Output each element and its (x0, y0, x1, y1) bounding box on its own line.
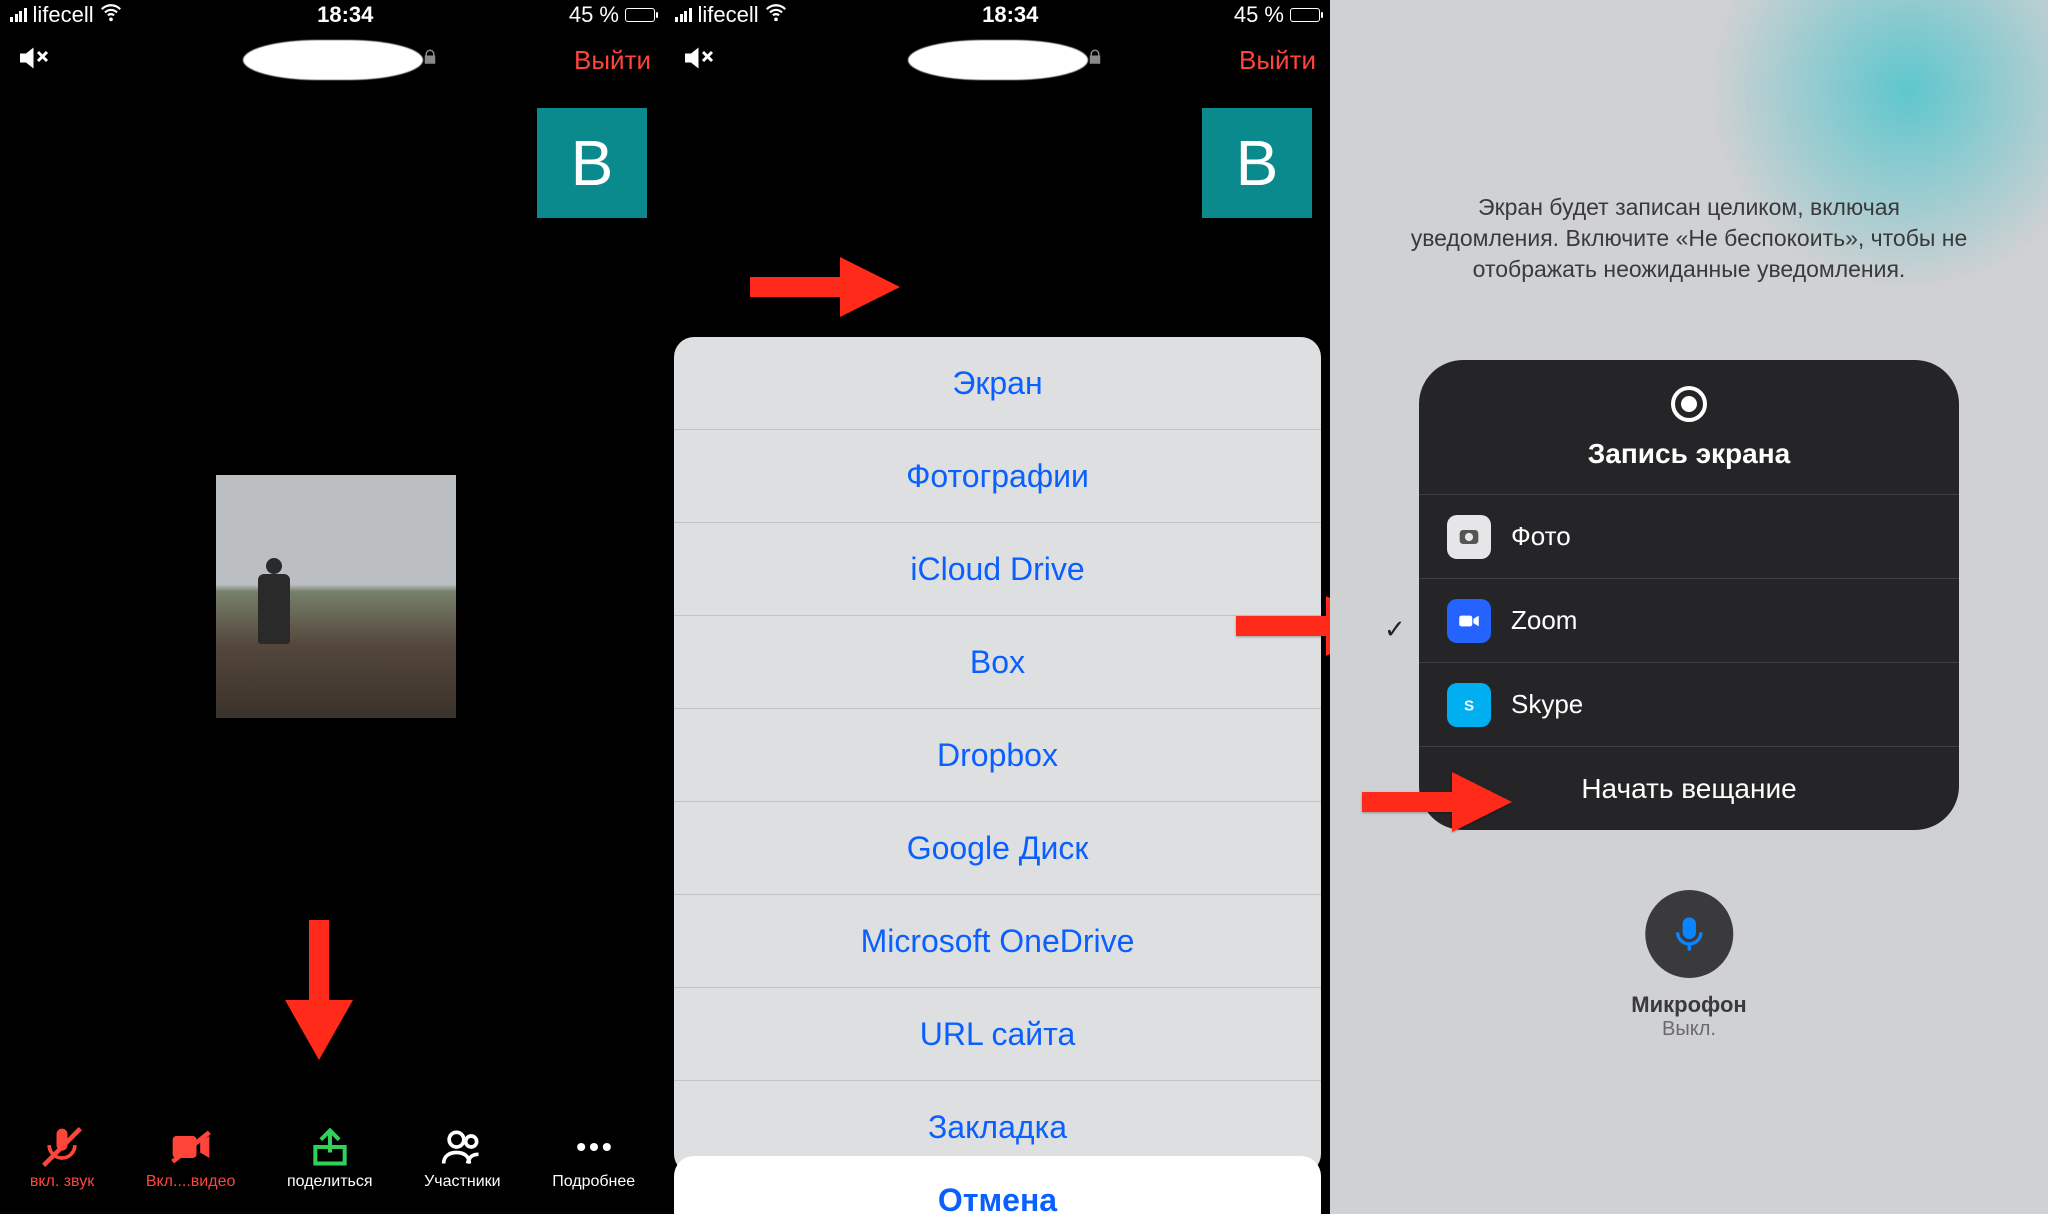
speaker-muted-icon[interactable] (679, 40, 715, 81)
battery-pct: 45 % (569, 2, 619, 28)
broadcast-app-list: Фото Zoom S Skype (1419, 494, 1959, 746)
zoom-app-icon (1447, 599, 1491, 643)
avatar-letter: B (1236, 126, 1279, 200)
sheet-item-photos[interactable]: Фотографии (674, 430, 1321, 523)
mic-state: Выкл. (1631, 1018, 1746, 1041)
avatar-letter: B (571, 126, 614, 200)
sheet-item-url[interactable]: URL сайта (674, 988, 1321, 1081)
broadcast-notice-text: Экран будет записан целиком, включая уве… (1409, 192, 1969, 285)
panel-zoom-call: lifecell 18:34 45 % Выйти B вкл. (0, 0, 665, 1214)
svg-text:S: S (1464, 697, 1474, 714)
signal-icon (675, 8, 692, 22)
broadcast-app-photo[interactable]: Фото (1419, 494, 1959, 578)
call-navbar: Выйти (665, 30, 1330, 90)
panel-broadcast-picker: Экран будет записан целиком, включая уве… (1330, 0, 2048, 1214)
toolbar-mute-button[interactable]: вкл. звук (30, 1125, 94, 1191)
record-icon (1671, 386, 1707, 422)
meeting-title-redacted (908, 40, 1088, 80)
meeting-title-redacted (243, 40, 423, 80)
call-navbar: Выйти (0, 30, 665, 90)
call-toolbar: вкл. звук Вкл....видео поделиться Участн… (0, 1102, 665, 1214)
sheet-item-screen[interactable]: Экран (674, 337, 1321, 430)
toolbar-video-button[interactable]: Вкл....видео (146, 1125, 236, 1191)
shared-content-thumbnail[interactable] (216, 475, 456, 718)
wifi-icon (765, 1, 787, 29)
panel-share-sheet: lifecell 18:34 45 % Выйти B Экр (665, 0, 1330, 1214)
broadcast-app-zoom[interactable]: Zoom (1419, 578, 1959, 662)
participant-avatar-tile[interactable]: B (1202, 108, 1312, 218)
skype-app-icon: S (1447, 683, 1491, 727)
microphone-toggle[interactable]: Микрофон Выкл. (1631, 890, 1746, 1041)
sheet-item-box[interactable]: Box (674, 616, 1321, 709)
toolbar-more-button[interactable]: Подробнее (552, 1125, 635, 1191)
sheet-item-dropbox[interactable]: Dropbox (674, 709, 1321, 802)
toolbar-share-button[interactable]: поделиться (287, 1125, 373, 1191)
selected-check-icon: ✓ (1384, 614, 1406, 645)
sheet-cancel-button[interactable]: Отмена (674, 1156, 1321, 1214)
lock-icon (421, 48, 439, 71)
mic-label: Микрофон (1631, 992, 1746, 1018)
battery-icon (625, 8, 655, 22)
share-action-sheet: Экран Фотографии iCloud Drive Box Dropbo… (674, 337, 1321, 1214)
leave-button[interactable]: Выйти (1239, 45, 1316, 76)
annotation-arrow-right (1236, 596, 1330, 656)
app-label: Фото (1511, 521, 1571, 552)
annotation-arrow-down (285, 920, 353, 1060)
carrier-label: lifecell (698, 2, 759, 28)
signal-icon (10, 8, 27, 22)
leave-button[interactable]: Выйти (574, 45, 651, 76)
sheet-item-icloud[interactable]: iCloud Drive (674, 523, 1321, 616)
status-bar: lifecell 18:34 45 % (0, 0, 665, 30)
battery-pct: 45 % (1234, 2, 1284, 28)
broadcast-app-skype[interactable]: S Skype (1419, 662, 1959, 746)
annotation-arrow-right (750, 257, 900, 317)
app-label: Zoom (1511, 605, 1577, 636)
annotation-arrow-right (1362, 772, 1512, 832)
clock: 18:34 (317, 2, 373, 28)
wifi-icon (100, 1, 122, 29)
carrier-label: lifecell (33, 2, 94, 28)
photo-app-icon (1447, 515, 1491, 559)
broadcast-title: Запись экрана (1419, 438, 1959, 470)
sheet-item-googledrive[interactable]: Google Диск (674, 802, 1321, 895)
clock: 18:34 (982, 2, 1038, 28)
microphone-icon (1645, 890, 1733, 978)
lock-icon (1086, 48, 1104, 71)
toolbar-participants-button[interactable]: Участники (424, 1125, 500, 1191)
sheet-item-onedrive[interactable]: Microsoft OneDrive (674, 895, 1321, 988)
app-label: Skype (1511, 689, 1583, 720)
speaker-muted-icon[interactable] (14, 40, 50, 81)
broadcast-picker-card: Запись экрана Фото Zoom S Skype (1419, 360, 1959, 830)
status-bar: lifecell 18:34 45 % (665, 0, 1330, 30)
participant-avatar-tile[interactable]: B (537, 108, 647, 218)
battery-icon (1290, 8, 1320, 22)
